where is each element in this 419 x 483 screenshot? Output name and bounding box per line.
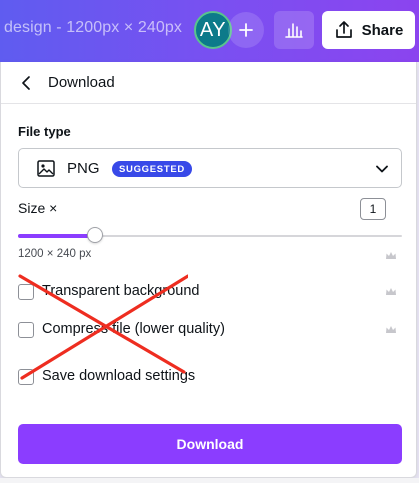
transparent-background-label: Transparent background xyxy=(42,283,200,299)
editor-topbar: design - 1200px × 240px AY Share xyxy=(0,0,419,62)
insights-button[interactable] xyxy=(274,11,314,49)
size-slider[interactable] xyxy=(18,227,402,243)
file-type-select[interactable]: PNG SUGGESTED xyxy=(18,148,402,188)
user-avatar[interactable]: AY xyxy=(194,11,232,49)
save-settings-checkbox[interactable] xyxy=(18,369,34,385)
bar-chart-icon xyxy=(285,23,303,38)
suggested-badge: SUGGESTED xyxy=(112,161,192,177)
option-save-download-settings[interactable]: Save download settings xyxy=(18,367,402,387)
compress-file-label: Compress file (lower quality) xyxy=(42,321,225,337)
chevron-down-icon xyxy=(376,165,388,173)
share-label: Share xyxy=(361,21,404,39)
option-compress-file[interactable]: Compress file (lower quality) xyxy=(18,320,402,340)
compress-file-checkbox[interactable] xyxy=(18,322,34,338)
crown-icon xyxy=(386,326,396,333)
back-chevron-icon[interactable] xyxy=(17,73,37,93)
option-transparent-background[interactable]: Transparent background xyxy=(18,282,402,302)
transparent-background-checkbox[interactable] xyxy=(18,284,34,300)
document-title[interactable]: design - 1200px × 240px xyxy=(4,19,182,37)
add-collaborator-button[interactable] xyxy=(228,12,264,48)
plus-icon xyxy=(239,23,253,37)
download-button[interactable]: Download xyxy=(18,424,402,464)
file-type-value: PNG xyxy=(67,160,100,177)
crown-icon xyxy=(386,252,396,259)
size-slider-thumb[interactable] xyxy=(86,227,103,243)
size-slider-fill xyxy=(18,234,95,238)
size-multiplier-input[interactable]: 1 xyxy=(360,198,386,220)
download-panel: Download File type PNG SUGGESTED Size × … xyxy=(0,62,417,478)
dimensions-text: 1200 × 240 px xyxy=(18,248,92,260)
file-type-label: File type xyxy=(18,124,71,139)
panel-title: Download xyxy=(48,74,115,91)
size-label: Size × xyxy=(18,200,58,216)
save-settings-label: Save download settings xyxy=(42,368,196,384)
crown-icon xyxy=(386,288,396,295)
share-button[interactable]: Share xyxy=(322,11,415,49)
image-icon xyxy=(37,160,55,177)
panel-header: Download xyxy=(1,62,416,104)
share-upload-icon xyxy=(335,21,352,38)
canvas-background-strip xyxy=(0,478,419,483)
